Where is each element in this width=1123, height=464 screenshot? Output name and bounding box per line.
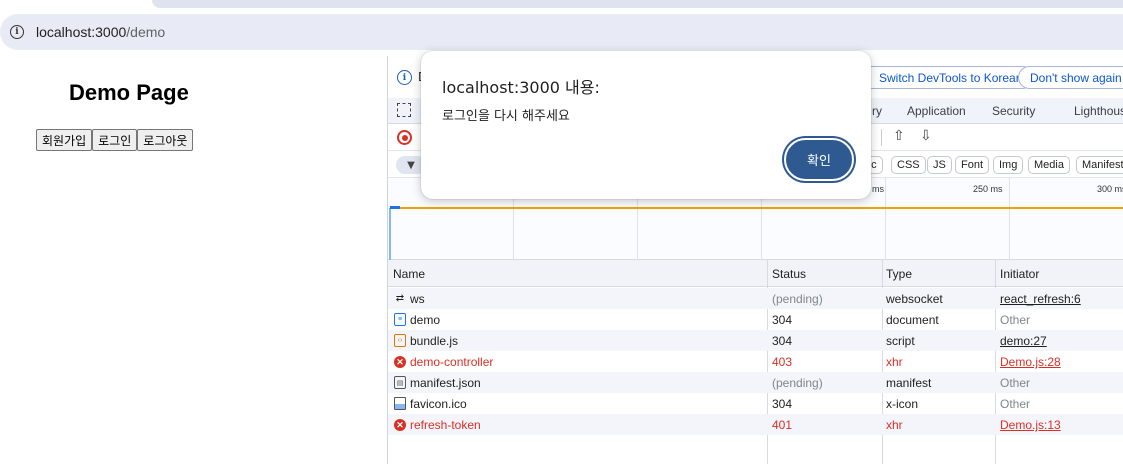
inspect-element-icon[interactable]: [397, 103, 411, 117]
timeline-selection-edge: [389, 208, 391, 260]
column-header-status[interactable]: Status: [772, 267, 806, 281]
timeline-tick-label: 250 ms: [973, 184, 1003, 194]
timeline-request-bar: [400, 207, 1123, 209]
logout-button[interactable]: 로그아웃: [137, 129, 194, 151]
auth-buttons: 회원가입 로그인 로그아웃: [36, 129, 194, 151]
request-type: x-icon: [886, 397, 919, 411]
requests-table: Name Status Type Initiator ⇄ ws (pending) w…: [388, 260, 1123, 464]
download-icon[interactable]: ⇩: [920, 128, 932, 144]
url-host: localhost:3000: [36, 24, 127, 40]
signup-button[interactable]: 회원가입: [36, 129, 93, 151]
request-name: demo-controller: [410, 355, 494, 369]
table-header: Name Status Type Initiator: [388, 260, 1123, 287]
table-row[interactable]: ✕ refresh-token 401 xhr Demo.js:13: [388, 414, 1123, 435]
upload-icon[interactable]: ⇧: [893, 128, 905, 144]
table-row[interactable]: ‹› bundle.js 304 script demo:27: [388, 330, 1123, 351]
request-initiator: Other: [1000, 376, 1031, 390]
timeline-tick-label: 300 ms: [1097, 184, 1123, 194]
request-status: 304: [772, 334, 793, 348]
request-status: 304: [772, 397, 793, 411]
filter-chip-font[interactable]: Font: [955, 156, 990, 174]
request-type: script: [886, 334, 915, 348]
url-path: /demo: [126, 24, 166, 40]
script-icon: ‹›: [394, 334, 406, 347]
request-name: ws: [410, 292, 425, 306]
dialog-message: 로그인을 다시 해주세요: [442, 109, 570, 124]
filter-chip-manifest[interactable]: Manifest: [1076, 156, 1123, 174]
request-type: manifest: [886, 376, 932, 390]
table-row[interactable]: ✕ demo-controller 403 xhr Demo.js:28: [388, 351, 1123, 372]
error-icon: ✕: [394, 356, 406, 368]
toolbar-divider: [881, 129, 882, 146]
request-initiator[interactable]: Demo.js:28: [1000, 355, 1061, 369]
timeline-gridline: [1009, 178, 1010, 260]
column-header-name[interactable]: Name: [393, 267, 425, 281]
table-row[interactable]: ≡ demo 304 document Other: [388, 309, 1123, 330]
request-type: xhr: [886, 418, 903, 432]
request-initiator: Other: [1000, 397, 1031, 411]
alert-dialog: localhost:3000 내용: 로그인을 다시 해주세요 확인: [421, 51, 871, 199]
timeline-gridline: [885, 178, 886, 260]
image-file-icon: [394, 397, 406, 410]
table-row[interactable]: ⇄ ws (pending) websocket react_refresh:6: [388, 288, 1123, 309]
request-status: (pending): [772, 376, 823, 390]
request-status: 403: [772, 355, 793, 369]
column-header-initiator[interactable]: Initiator: [1000, 267, 1039, 281]
request-status: 401: [772, 418, 793, 432]
record-icon[interactable]: [397, 130, 412, 145]
request-name: refresh-token: [410, 418, 481, 432]
table-row[interactable]: favicon.ico 304 x-icon Other: [388, 393, 1123, 414]
dialog-ok-button[interactable]: 확인: [784, 138, 854, 181]
request-status: (pending): [772, 292, 823, 306]
error-icon: ✕: [394, 419, 406, 431]
tab-memory[interactable]: ry: [872, 104, 882, 118]
request-type: xhr: [886, 355, 903, 369]
request-initiator[interactable]: Demo.js:13: [1000, 418, 1061, 432]
page-title: Demo Page: [69, 80, 189, 105]
dialog-title: localhost:3000 내용:: [442, 78, 600, 97]
timeline-request-bar: [390, 206, 400, 209]
active-tab-edge[interactable]: [152, 0, 1123, 8]
url-text[interactable]: localhost:3000/demo: [36, 24, 165, 40]
login-button[interactable]: 로그인: [92, 129, 138, 151]
request-initiator[interactable]: react_refresh:6: [1000, 292, 1081, 306]
timeline-tick-label: ms: [872, 184, 884, 194]
tab-security[interactable]: Security: [992, 104, 1035, 118]
page-viewport: Demo Page 회원가입 로그인 로그아웃: [0, 56, 387, 464]
request-name: favicon.ico: [410, 397, 467, 411]
request-initiator[interactable]: demo:27: [1000, 334, 1047, 348]
request-name: demo: [410, 313, 441, 327]
request-type: websocket: [886, 292, 943, 306]
request-name: manifest.json: [410, 376, 481, 390]
filter-chip-img[interactable]: Img: [993, 156, 1024, 174]
table-row[interactable]: ▤ manifest.json (pending) manifest Other: [388, 372, 1123, 393]
tab-strip: [0, 0, 1123, 8]
address-bar[interactable]: i localhost:3000/demo: [0, 14, 1123, 50]
request-type: document: [886, 313, 939, 327]
tab-lighthouse[interactable]: Lighthouse: [1074, 104, 1123, 118]
filter-chip-js[interactable]: JS: [927, 156, 952, 174]
manifest-file-icon: ▤: [394, 376, 406, 389]
filter-chip-css[interactable]: CSS: [891, 156, 926, 174]
websocket-icon: ⇄: [395, 293, 405, 304]
column-header-type[interactable]: Type: [886, 267, 912, 281]
request-name: bundle.js: [410, 334, 459, 348]
request-status: 304: [772, 313, 793, 327]
banner-info-icon: i: [397, 70, 412, 85]
tab-application[interactable]: Application: [907, 104, 966, 118]
request-initiator: Other: [1000, 313, 1031, 327]
document-icon: ≡: [394, 313, 406, 326]
site-info-icon[interactable]: i: [10, 25, 24, 39]
dont-show-again-button[interactable]: Don't show again: [1018, 66, 1123, 89]
filter-chip-media[interactable]: Media: [1028, 156, 1070, 174]
switch-language-button[interactable]: Switch DevTools to Korean: [858, 66, 1035, 89]
